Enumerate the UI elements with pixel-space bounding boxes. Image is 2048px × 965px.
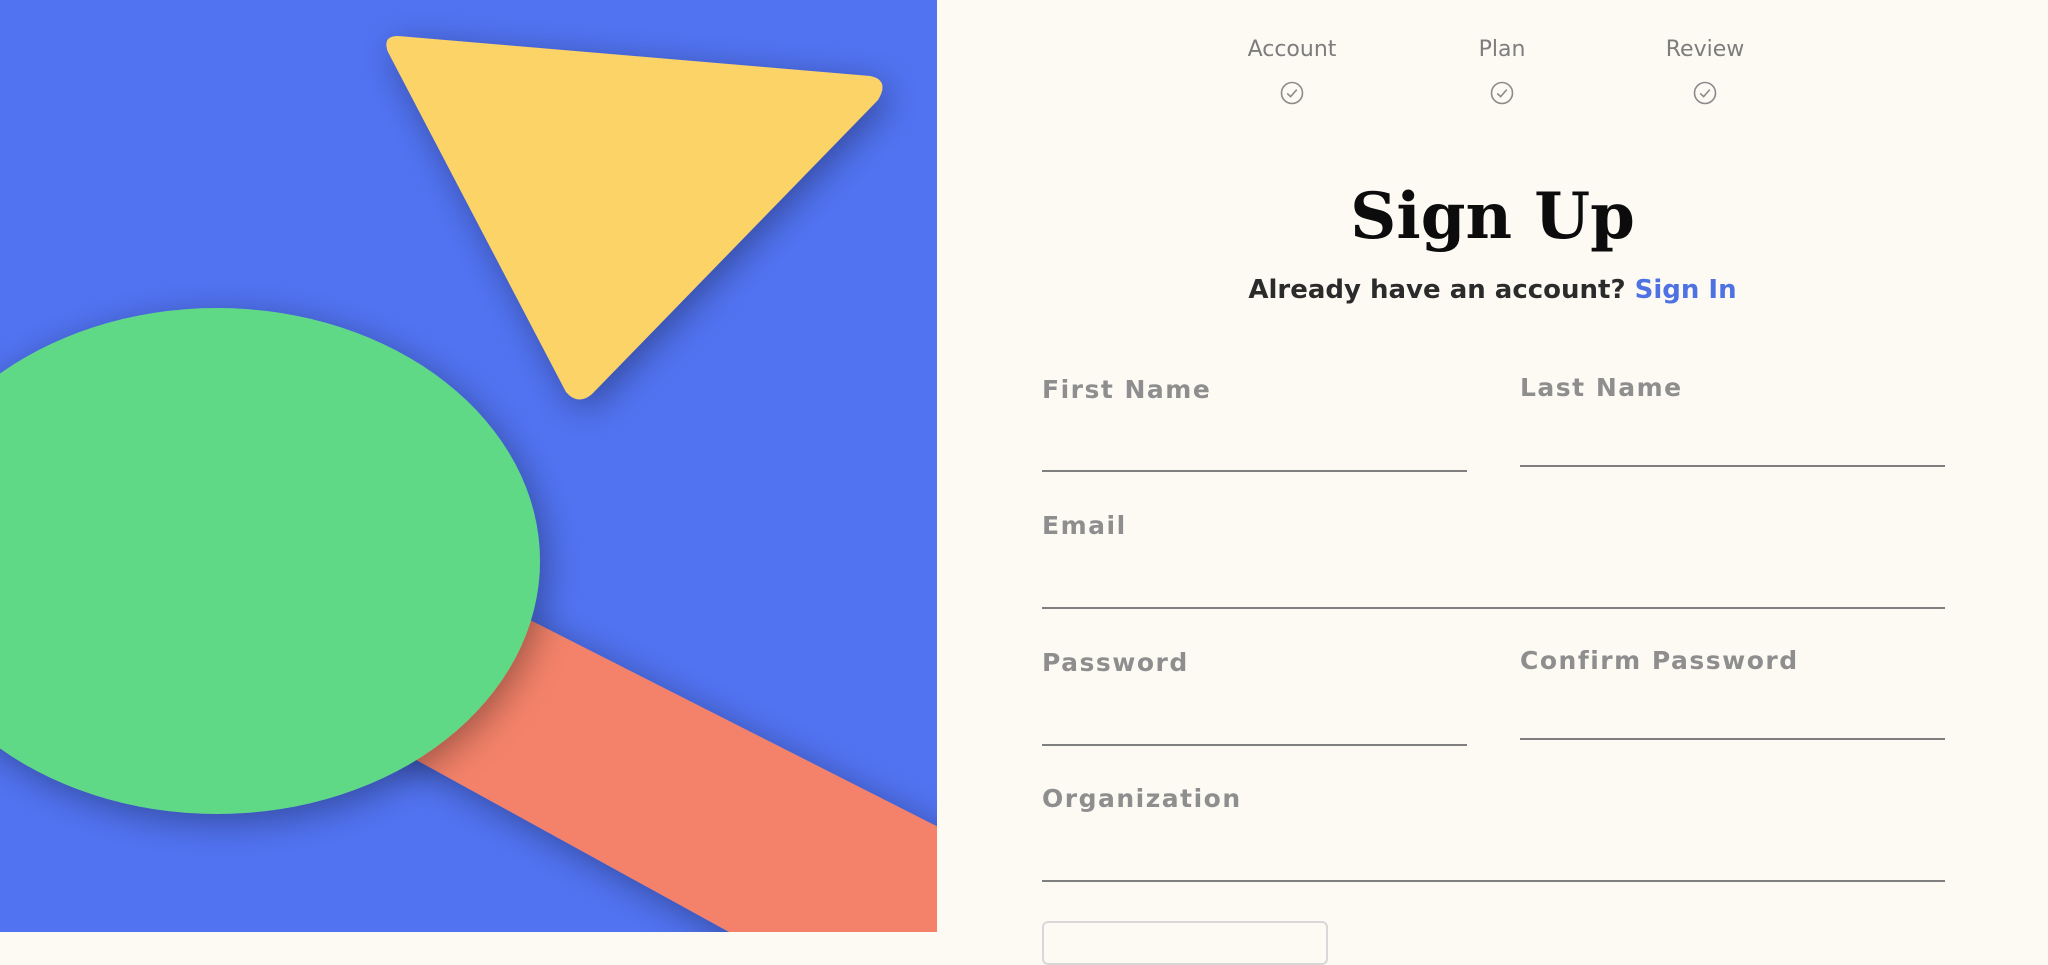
step-plan[interactable]: Plan [1422,36,1582,106]
confirm-password-field: Confirm Password [1520,645,1945,740]
password-label: Password [1042,648,1189,677]
decorative-art-panel [0,0,937,932]
confirm-password-label: Confirm Password [1520,646,1799,675]
email-field: Email [1042,510,1945,609]
email-label: Email [1042,511,1127,540]
step-label: Review [1665,37,1745,62]
signin-prompt: Already have an account? Sign In [937,272,2048,308]
check-circle-icon [1280,81,1304,105]
first-name-input[interactable] [1042,430,1467,472]
step-label: Account [1247,37,1337,62]
organization-label: Organization [1042,784,1242,813]
page-title: Sign Up [1350,179,1635,254]
password-input[interactable] [1042,704,1467,746]
step-account[interactable]: Account [1212,36,1372,106]
check-circle-icon [1490,81,1514,105]
last-name-input[interactable] [1520,425,1945,467]
organization-field: Organization [1042,783,1945,882]
geometric-illustration [0,36,937,932]
last-name-label: Last Name [1520,373,1683,402]
last-name-field: Last Name [1520,372,1945,467]
yellow-triangle-shape [386,36,883,400]
first-name-field: First Name [1042,374,1467,472]
confirm-password-input[interactable] [1520,698,1945,740]
check-circle-icon [1693,81,1717,105]
signin-prompt-text: Already have an account? [1248,275,1626,305]
first-name-label: First Name [1042,375,1212,404]
password-field: Password [1042,647,1467,746]
signin-link[interactable]: Sign In [1635,275,1737,305]
step-label: Plan [1478,37,1526,62]
organization-input[interactable] [1042,840,1945,882]
signup-form-panel: Account Plan Review Sign Up Already have… [937,0,2048,965]
step-review[interactable]: Review [1625,36,1785,106]
continue-button[interactable] [1042,921,1328,965]
email-input[interactable] [1042,567,1945,609]
